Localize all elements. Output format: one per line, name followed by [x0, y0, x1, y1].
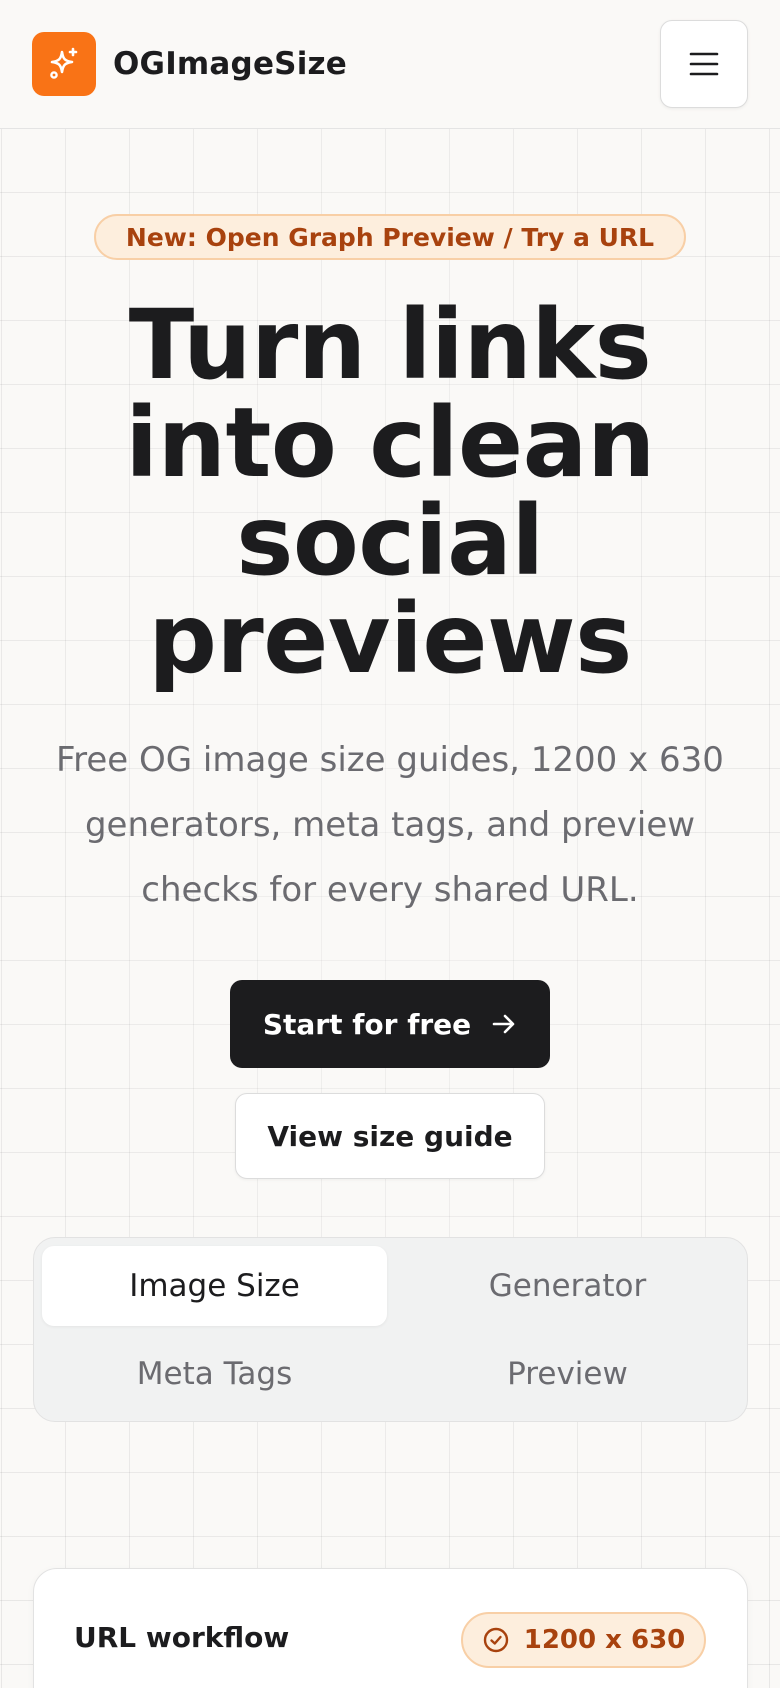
feature-tabs: Image Size Generator Meta Tags Preview	[33, 1237, 748, 1422]
tab-preview[interactable]: Preview	[395, 1334, 740, 1414]
announcement-badge[interactable]: New: Open Graph Preview / Try a URL	[94, 214, 686, 260]
site-header: OGImageSize	[0, 0, 780, 129]
brand-name: OGImageSize	[113, 46, 347, 82]
hero-title-line: previews	[148, 583, 632, 695]
menu-button[interactable]	[660, 20, 748, 108]
start-for-free-button[interactable]: Start for free	[230, 980, 550, 1068]
tab-image-size[interactable]: Image Size	[42, 1246, 387, 1326]
sparkle-icon	[32, 32, 96, 96]
announcement-badge-label: New: Open Graph Preview / Try a URL	[125, 222, 655, 252]
view-size-guide-button[interactable]: View size guide	[235, 1093, 545, 1179]
hero-title-line: Turn links	[128, 289, 652, 401]
hero-title-line: social	[236, 485, 544, 597]
url-workflow-card: URL workflow 1200 x 630	[33, 1568, 748, 1688]
check-circle-icon	[483, 1627, 508, 1653]
hamburger-icon	[689, 52, 719, 76]
arrow-right-icon	[492, 1014, 515, 1034]
size-badge: 1200 x 630	[461, 1612, 706, 1668]
hero-title: Turn links into clean social previews	[20, 296, 760, 688]
tab-generator[interactable]: Generator	[395, 1246, 740, 1326]
page: OGImageSize New: Open Graph Preview / Tr…	[0, 0, 780, 1688]
tab-label: Preview	[507, 1356, 628, 1392]
size-badge-label: 1200 x 630	[523, 1625, 686, 1655]
tab-label: Meta Tags	[136, 1356, 293, 1392]
hero-subtitle: Free OG image size guides, 1200 x 630 ge…	[56, 740, 724, 910]
brand-link[interactable]: OGImageSize	[32, 32, 347, 96]
view-size-guide-label: View size guide	[267, 1119, 513, 1153]
start-for-free-label: Start for free	[262, 1007, 472, 1041]
card-title: URL workflow	[74, 1621, 290, 1654]
hero-title-line: into clean	[125, 387, 655, 499]
tab-meta-tags[interactable]: Meta Tags	[42, 1334, 387, 1414]
tab-label: Image Size	[129, 1268, 300, 1304]
tab-label: Generator	[488, 1268, 647, 1304]
